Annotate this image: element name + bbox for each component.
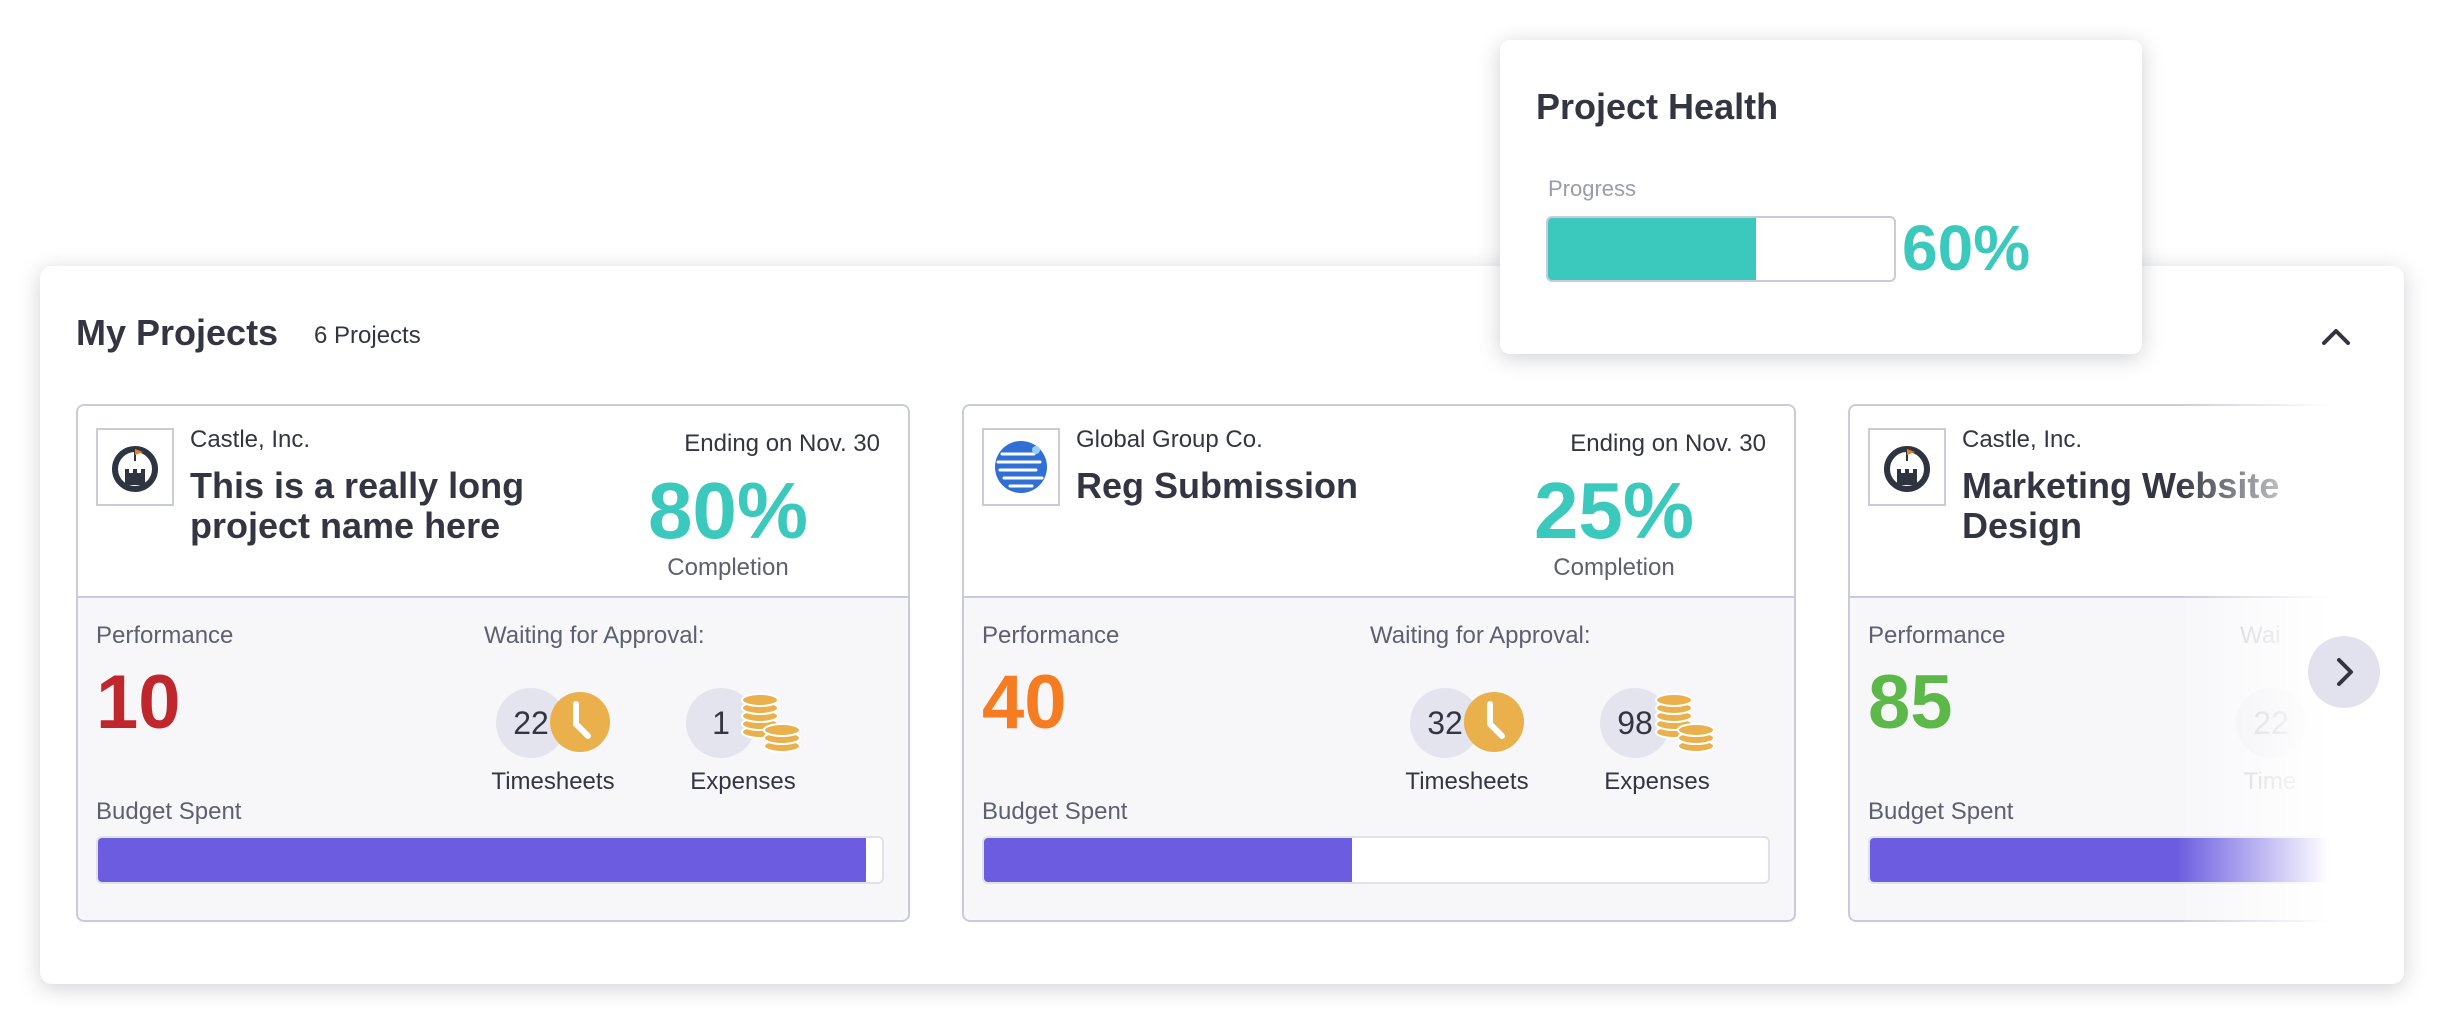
budget-label: Budget Spent	[96, 798, 242, 825]
clock-icon	[550, 692, 610, 752]
waiting-approval-label: Wai	[2240, 622, 2281, 649]
performance-label: Performance	[1868, 622, 2006, 649]
project-carousel: Castle, Inc. This is a really long proje…	[76, 404, 2340, 944]
budget-fill	[1870, 838, 2340, 882]
card-header: Castle, Inc. This is a really long proje…	[78, 406, 908, 598]
expenses-label: Expenses	[690, 768, 796, 795]
castle-logo-icon	[96, 428, 174, 506]
chevron-up-icon[interactable]	[2318, 318, 2354, 354]
clock-icon	[1464, 692, 1524, 752]
end-date: Ending on Nov. 30	[1570, 430, 1766, 457]
budget-bar	[96, 836, 884, 884]
completion-label: Completion	[667, 554, 789, 581]
budget-label: Budget Spent	[1868, 798, 2014, 825]
budget-bar	[982, 836, 1770, 884]
project-card[interactable]: Castle, Inc. This is a really long proje…	[76, 404, 910, 922]
popup-title: Project Health	[1536, 86, 1779, 127]
performance-score: 10	[96, 660, 181, 745]
chevron-right-icon	[2337, 658, 2353, 686]
client-name: Castle, Inc.	[1962, 426, 2083, 453]
progress-bar	[1546, 216, 1896, 282]
completion-label: Completion	[1553, 554, 1675, 581]
progress-percent: 60%	[1902, 212, 2031, 284]
budget-bar	[1868, 836, 2340, 884]
project-name[interactable]: This is a really long project name here	[190, 466, 610, 546]
card-header: Global Group Co. Reg Submission Ending o…	[964, 406, 1794, 598]
timesheets-label: Timesheets	[1405, 768, 1529, 795]
my-projects-panel: My Projects 6 Projects Castle, Inc. This…	[40, 266, 2404, 984]
timesheets-label: Timesheets	[491, 768, 615, 795]
project-name[interactable]: Reg Submission	[1076, 466, 1496, 506]
coins-icon	[1655, 693, 1715, 753]
timesheets-count[interactable]: 22	[2236, 688, 2306, 758]
card-header: Castle, Inc. Marketing Website Design	[1850, 406, 2340, 598]
end-date: Ending on Nov. 30	[684, 430, 880, 457]
progress-fill	[1548, 218, 1756, 280]
project-name[interactable]: Marketing Website Design	[1962, 466, 2340, 546]
completion-percent: 25%	[1533, 466, 1695, 555]
waiting-approval-label: Waiting for Approval:	[1370, 622, 1591, 649]
performance-label: Performance	[96, 622, 234, 649]
panel-title: My Projects	[76, 312, 279, 353]
globe-logo-icon	[982, 428, 1060, 506]
waiting-approval-label: Waiting for Approval:	[484, 622, 705, 649]
budget-label: Budget Spent	[982, 798, 1128, 825]
project-card[interactable]: Castle, Inc. Marketing Website Design Pe…	[1848, 404, 2340, 922]
coins-icon	[741, 693, 801, 753]
completion-percent: 80%	[647, 466, 809, 555]
project-count: 6 Projects	[314, 322, 421, 349]
performance-label: Performance	[982, 622, 1120, 649]
budget-fill	[98, 838, 867, 882]
project-health-popup: Project Health Progress 60%	[1500, 40, 2142, 354]
client-name: Castle, Inc.	[190, 426, 311, 453]
client-name: Global Group Co.	[1076, 426, 1263, 453]
timesheets-label: Time	[2243, 768, 2297, 795]
castle-logo-icon	[1868, 428, 1946, 506]
expenses-label: Expenses	[1604, 768, 1710, 795]
performance-score: 85	[1868, 660, 1953, 745]
budget-fill	[984, 838, 1353, 882]
progress-label: Progress	[1548, 176, 1637, 201]
project-card[interactable]: Global Group Co. Reg Submission Ending o…	[962, 404, 1796, 922]
performance-score: 40	[982, 660, 1067, 745]
next-button[interactable]	[2308, 636, 2380, 708]
